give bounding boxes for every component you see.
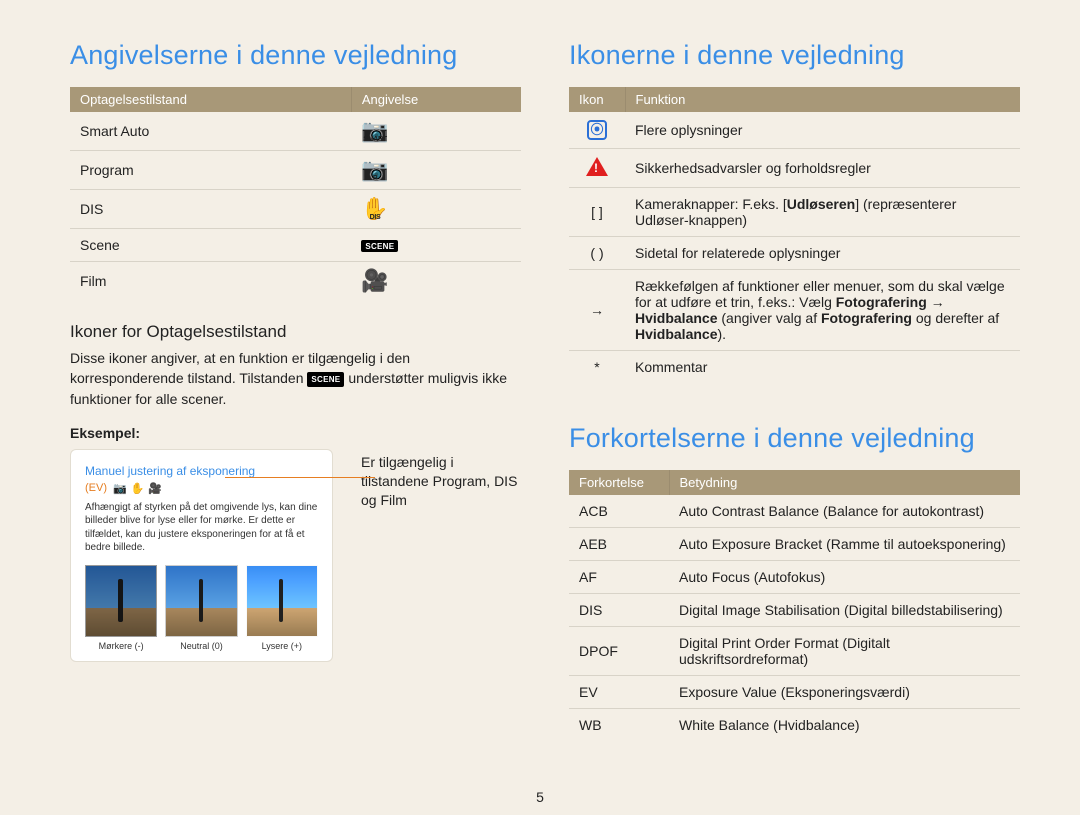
- table-row: SceneSCENE: [70, 229, 521, 262]
- dis-icon: ✋: [130, 483, 144, 495]
- abbrev-table: Forkortelse Betydning ACBAuto Contrast B…: [569, 470, 1020, 741]
- abbrev-key: AF: [569, 561, 669, 594]
- guide-function: Flere oplysninger: [625, 112, 1020, 149]
- abbrev-def: Auto Contrast Balance (Balance for autok…: [669, 495, 1020, 528]
- guide-function: Kommentar: [625, 351, 1020, 384]
- abbrev-key: DIS: [569, 594, 669, 627]
- mode-name: Program: [70, 151, 351, 190]
- table-row: DIS✋: [70, 190, 521, 229]
- meaning-col-header: Betydning: [669, 470, 1020, 495]
- program-icon: 📷: [351, 151, 521, 190]
- table-row: Smart Auto📷: [70, 112, 521, 151]
- table-row: WBWhite Balance (Hvidbalance): [569, 709, 1020, 742]
- thumb-lighter-label: Lysere (+): [246, 641, 318, 651]
- abbrev-key: DPOF: [569, 627, 669, 676]
- table-row: →Rækkefølgen af funktioner eller menuer,…: [569, 270, 1020, 351]
- mode-name: Film: [70, 262, 351, 301]
- thumb-darker: [85, 565, 157, 637]
- abbrev-key: WB: [569, 709, 669, 742]
- table-row: AFAuto Focus (Autofokus): [569, 561, 1020, 594]
- film-icon: 🎥: [351, 262, 521, 301]
- info-icon: ⦿: [587, 120, 607, 140]
- guide-function: Sikkerhedsadvarsler og forholdsregler: [625, 149, 1020, 188]
- example-title: Manuel justering af eksponering: [85, 464, 318, 478]
- table-row: EVExposure Value (Eksponeringsværdi): [569, 676, 1020, 709]
- table-row: Sikkerhedsadvarsler og forholdsregler: [569, 149, 1020, 188]
- page-number: 5: [536, 789, 544, 805]
- mode-table: Optagelsestilstand Angivelse Smart Auto📷…: [70, 87, 521, 300]
- film-icon: 🎥: [148, 483, 162, 495]
- mode-icons-subheading: Ikoner for Optagelsestilstand: [70, 322, 521, 342]
- guide-icon: *: [569, 351, 625, 384]
- abbrev-key: AEB: [569, 528, 669, 561]
- table-row: *Kommentar: [569, 351, 1020, 384]
- guide-icon: [569, 149, 625, 188]
- thumb-neutral-label: Neutral (0): [165, 641, 237, 651]
- abbrev-def: White Balance (Hvidbalance): [669, 709, 1020, 742]
- guide-function: Rækkefølgen af funktioner eller menuer, …: [625, 270, 1020, 351]
- example-card: Manuel justering af eksponering (EV) 📷 ✋…: [70, 449, 333, 662]
- example-callout-text: Er tilgængelig i tilstandene Program, DI…: [361, 453, 521, 510]
- scene-icon: SCENE: [351, 229, 521, 262]
- abbrev-def: Auto Exposure Bracket (Ramme til autoeks…: [669, 528, 1020, 561]
- abbrev-def: Digital Print Order Format (Digitalt uds…: [669, 627, 1020, 676]
- scene-icon-inline: SCENE: [307, 372, 344, 387]
- icons-table: Ikon Funktion ⦿ Flere oplysningerSikkerhe…: [569, 87, 1020, 383]
- ev-label: (EV): [85, 482, 107, 494]
- function-col-header: Funktion: [625, 87, 1020, 112]
- abbrev-def: Digital Image Stabilisation (Digital bil…: [669, 594, 1020, 627]
- abbrev-def: Exposure Value (Eksponeringsværdi): [669, 676, 1020, 709]
- table-row: ( )Sidetal for relaterede oplysninger: [569, 237, 1020, 270]
- table-row: DISDigital Image Stabilisation (Digital …: [569, 594, 1020, 627]
- guide-function: Sidetal for relaterede oplysninger: [625, 237, 1020, 270]
- icons-heading: Ikonerne i denne vejledning: [569, 40, 1020, 71]
- abbrev-def: Auto Focus (Autofokus): [669, 561, 1020, 594]
- thumb-neutral: [165, 565, 237, 637]
- thumb-darker-label: Mørkere (-): [85, 641, 157, 651]
- smart-auto-icon: 📷: [351, 112, 521, 151]
- dis-icon: ✋: [351, 190, 521, 229]
- guide-icon: ( ): [569, 237, 625, 270]
- table-row: AEBAuto Exposure Bracket (Ramme til auto…: [569, 528, 1020, 561]
- abbrev-heading: Forkortelserne i denne vejledning: [569, 423, 1020, 454]
- mode-icons-paragraph: Disse ikoner angiver, at en funktion er …: [70, 348, 521, 409]
- example-label: Eksempel:: [70, 425, 521, 441]
- mode-col-header: Optagelsestilstand: [70, 87, 351, 112]
- mode-name: Scene: [70, 229, 351, 262]
- guide-icon: →: [569, 270, 625, 351]
- example-mode-icons: 📷 ✋ 🎥: [113, 482, 163, 495]
- guide-function: Kameraknapper: F.eks. [Udløseren] (repræ…: [625, 188, 1020, 237]
- indicator-col-header: Angivelse: [351, 87, 521, 112]
- guide-icon: ⦿: [569, 112, 625, 149]
- program-icon: 📷: [113, 483, 127, 495]
- mode-name: DIS: [70, 190, 351, 229]
- table-row: Film🎥: [70, 262, 521, 301]
- table-row: ACBAuto Contrast Balance (Balance for au…: [569, 495, 1020, 528]
- abbrev-key: EV: [569, 676, 669, 709]
- mode-name: Smart Auto: [70, 112, 351, 151]
- table-row: ⦿ Flere oplysninger: [569, 112, 1020, 149]
- left-heading: Angivelserne i denne vejledning: [70, 40, 521, 71]
- example-description: Afhængigt af styrken på det omgivende ly…: [85, 501, 318, 555]
- thumb-lighter: [246, 565, 318, 637]
- table-row: [ ]Kameraknapper: F.eks. [Udløseren] (re…: [569, 188, 1020, 237]
- abbrev-key: ACB: [569, 495, 669, 528]
- table-row: DPOFDigital Print Order Format (Digitalt…: [569, 627, 1020, 676]
- callout-connector: [225, 477, 375, 478]
- guide-icon: [ ]: [569, 188, 625, 237]
- table-row: Program📷: [70, 151, 521, 190]
- icon-col-header: Ikon: [569, 87, 625, 112]
- abbrev-col-header: Forkortelse: [569, 470, 669, 495]
- warning-icon: [586, 157, 608, 176]
